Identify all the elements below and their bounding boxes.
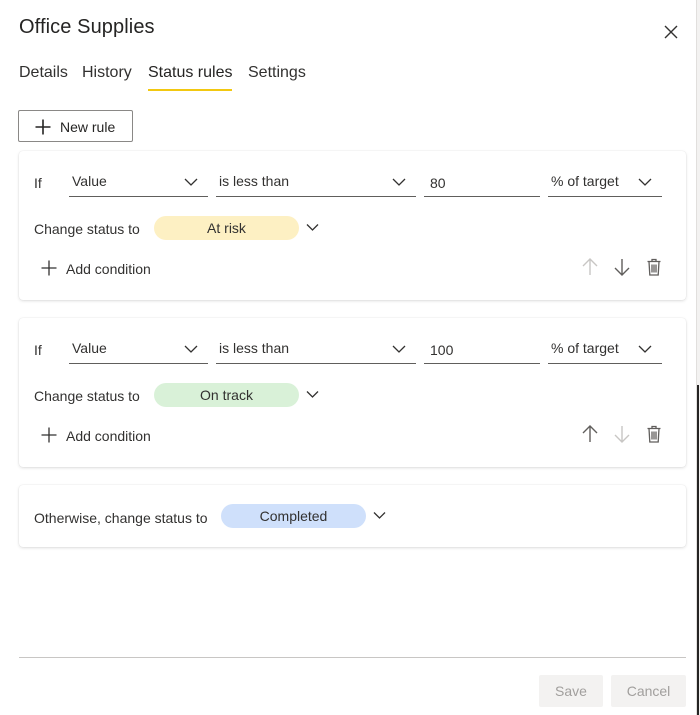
if-label: If	[34, 342, 42, 358]
status-rules-dialog: Office Supplies Details History Status r…	[0, 0, 697, 715]
cancel-button[interactable]: Cancel	[611, 675, 686, 707]
change-status-label: Change status to	[34, 388, 140, 404]
arrow-up-icon	[582, 425, 598, 442]
plus-icon	[35, 119, 51, 135]
otherwise-card: Otherwise, change status to Completed	[19, 485, 686, 547]
status-badge-at-risk[interactable]: At risk	[154, 216, 299, 240]
new-rule-button[interactable]: New rule	[18, 110, 133, 142]
arrow-up-icon	[582, 258, 598, 275]
chevron-down-icon	[184, 178, 198, 186]
chevron-down-icon[interactable]	[306, 223, 319, 232]
arrow-down-icon	[614, 259, 630, 276]
unit-dropdown[interactable]: % of target	[548, 334, 662, 364]
tab-history[interactable]: History	[82, 64, 132, 82]
change-status-label: Change status to	[34, 221, 140, 237]
status-badge-on-track[interactable]: On track	[154, 383, 299, 407]
chevron-down-icon	[638, 345, 652, 353]
add-condition-label: Add condition	[66, 261, 151, 277]
threshold-input[interactable]	[424, 334, 540, 364]
otherwise-label: Otherwise, change status to	[34, 510, 208, 526]
move-down-button[interactable]	[612, 257, 632, 277]
operator-dropdown-value: is less than	[219, 340, 290, 356]
unit-dropdown[interactable]: % of target	[548, 167, 662, 197]
if-label: If	[34, 175, 42, 191]
delete-rule-button[interactable]	[644, 424, 664, 444]
active-tab-indicator	[148, 89, 232, 91]
status-badge-completed[interactable]: Completed	[221, 504, 366, 528]
rule-card: If Value is less than % of target Change…	[19, 318, 686, 467]
plus-icon	[41, 260, 57, 276]
chevron-down-icon	[392, 178, 406, 186]
arrow-down-icon	[614, 426, 630, 443]
threshold-input[interactable]	[424, 167, 540, 197]
trash-icon	[647, 258, 661, 276]
move-up-button[interactable]	[580, 257, 600, 277]
move-down-button[interactable]	[612, 424, 632, 444]
tab-status-rules[interactable]: Status rules	[148, 64, 232, 82]
chevron-down-icon	[638, 178, 652, 186]
operator-dropdown[interactable]: is less than	[216, 334, 416, 364]
chevron-down-icon[interactable]	[306, 390, 319, 399]
chevron-down-icon	[392, 345, 406, 353]
close-icon	[664, 25, 678, 39]
chevron-down-icon	[184, 345, 198, 353]
tab-details[interactable]: Details	[19, 64, 68, 82]
new-rule-label: New rule	[60, 119, 116, 135]
unit-dropdown-value: % of target	[551, 340, 619, 356]
rule-card: If Value is less than % of target Change…	[19, 151, 686, 300]
trash-icon	[647, 425, 661, 443]
field-dropdown-value: Value	[72, 340, 107, 356]
close-button[interactable]	[660, 21, 682, 43]
add-condition-label: Add condition	[66, 428, 151, 444]
save-button[interactable]: Save	[539, 675, 603, 707]
field-dropdown-value: Value	[72, 173, 107, 189]
footer-divider	[19, 657, 686, 658]
move-up-button[interactable]	[580, 424, 600, 444]
field-dropdown[interactable]: Value	[69, 334, 208, 364]
tab-settings[interactable]: Settings	[248, 64, 306, 82]
chevron-down-icon[interactable]	[373, 511, 386, 520]
plus-icon	[41, 427, 57, 443]
operator-dropdown[interactable]: is less than	[216, 167, 416, 197]
operator-dropdown-value: is less than	[219, 173, 290, 189]
field-dropdown[interactable]: Value	[69, 167, 208, 197]
delete-rule-button[interactable]	[644, 257, 664, 277]
unit-dropdown-value: % of target	[551, 173, 619, 189]
window-edge	[697, 385, 699, 715]
dialog-title: Office Supplies	[19, 16, 155, 38]
